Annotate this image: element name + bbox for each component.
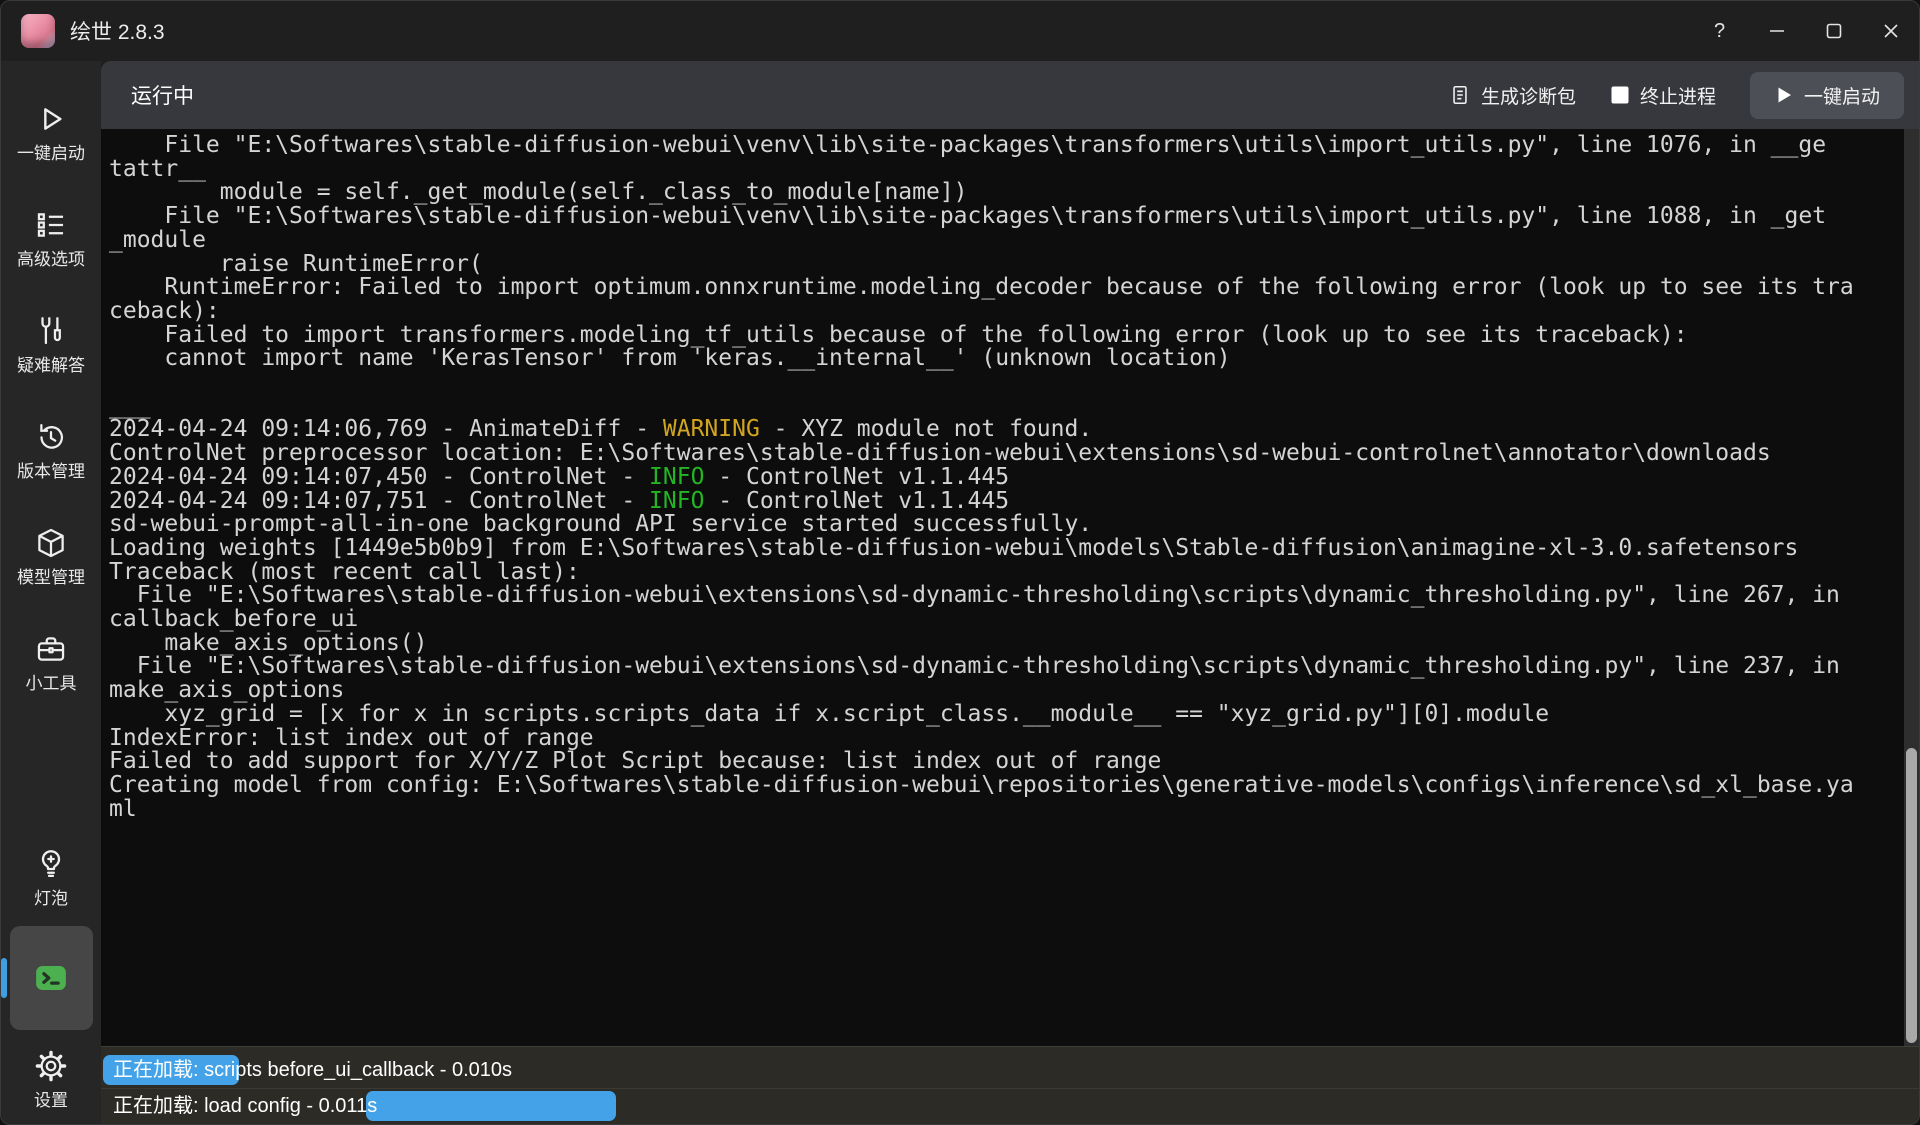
sidebar-item-terminal-active[interactable] [1, 926, 101, 1030]
help-icon: ? [1714, 20, 1725, 43]
console-line: IndexError: list index out of range [109, 727, 1904, 751]
stop-square-icon [1610, 85, 1630, 105]
console-line: Creating model from config: E:\Softwares… [109, 774, 1904, 798]
progress-row-config: 正在加载: load config - 0.011s [101, 1088, 1919, 1123]
one-click-launch-button[interactable]: 一键启动 [1750, 72, 1904, 119]
maximize-icon [1825, 22, 1843, 40]
sidebar-item-model-management[interactable]: 模型管理 [1, 503, 101, 609]
console-line: File "E:\Softwares\stable-diffusion-webu… [109, 584, 1904, 608]
console-line: ml [109, 798, 1904, 822]
sidebar-item-label: 高级选项 [17, 251, 85, 268]
console-line: File "E:\Softwares\stable-diffusion-webu… [109, 655, 1904, 679]
console-line: callback_before_ui [109, 608, 1904, 632]
scrollbar-thumb[interactable] [1906, 748, 1917, 1043]
window-controls: ? [1691, 1, 1919, 61]
console-line: tattr__ [109, 158, 1904, 182]
console-line: 2024-04-24 09:14:07,751 - ControlNet - I… [109, 490, 1904, 514]
console-line: make_axis_options [109, 679, 1904, 703]
sidebar-item-label: 一键启动 [17, 145, 85, 162]
running-status: 运行中 [131, 80, 194, 110]
sidebar-item-small-tools[interactable]: 小工具 [1, 609, 101, 715]
console-scrollbar[interactable] [1904, 129, 1919, 1046]
console-line: 2024-04-24 09:14:06,769 - AnimateDiff - … [109, 418, 1904, 442]
diagnostic-doc-icon [1449, 84, 1471, 106]
console-line: _module [109, 229, 1904, 253]
sidebar: 一键启动 高级选项 疑难解答 版本管理 [1, 61, 101, 1124]
console-line: File "E:\Softwares\stable-diffusion-webu… [109, 134, 1904, 158]
main-header: 运行中 生成诊断包 终止进程 一键启动 [101, 61, 1919, 129]
console-line: Failed to import transformers.modeling_t… [109, 324, 1904, 348]
toolbox-icon [34, 632, 68, 666]
minimize-button[interactable] [1748, 1, 1805, 61]
sidebar-item-label: 模型管理 [17, 569, 85, 586]
button-label: 一键启动 [1804, 82, 1880, 109]
app-logo [21, 14, 55, 48]
play-filled-icon [1774, 85, 1794, 105]
console-line: ControlNet preprocessor location: E:\Sof… [109, 442, 1904, 466]
close-button[interactable] [1862, 1, 1919, 61]
lightbulb-icon [34, 847, 68, 881]
sidebar-item-bulb[interactable]: 灯泡 [1, 832, 101, 922]
tools-icon [34, 314, 68, 348]
sidebar-item-settings[interactable]: 设置 [1, 1034, 101, 1124]
console-line: sd-webui-prompt-all-in-one background AP… [109, 513, 1904, 537]
generate-diagnostic-button[interactable]: 生成诊断包 [1449, 82, 1576, 109]
console-line: make_axis_options() [109, 632, 1904, 656]
console-line: Failed to add support for X/Y/Z Plot Scr… [109, 750, 1904, 774]
sidebar-item-label: 小工具 [26, 675, 77, 692]
console-line: RuntimeError: Failed to import optimum.o… [109, 276, 1904, 300]
gear-icon [34, 1049, 68, 1083]
help-button[interactable]: ? [1691, 1, 1748, 61]
sidebar-item-troubleshooting[interactable]: 疑难解答 [1, 291, 101, 397]
sidebar-item-version-management[interactable]: 版本管理 [1, 397, 101, 503]
sidebar-item-label: 设置 [34, 1092, 68, 1109]
sidebar-item-label: 灯泡 [34, 890, 68, 907]
sidebar-item-label: 版本管理 [17, 463, 85, 480]
console-line: File "E:\Softwares\stable-diffusion-webu… [109, 205, 1904, 229]
progress-row-scripts: 正在加载: scripts before_ui_callback - 0.010… [101, 1053, 1919, 1088]
console-line: ___ [109, 395, 1904, 419]
console-line: 2024-04-24 09:14:07,450 - ControlNet - I… [109, 466, 1904, 490]
maximize-button[interactable] [1805, 1, 1862, 61]
app-title: 绘世 2.8.3 [70, 16, 165, 46]
console-line: raise RuntimeError( [109, 253, 1904, 277]
history-clock-icon [34, 420, 68, 454]
minimize-icon [1768, 22, 1786, 40]
terminate-process-button[interactable]: 终止进程 [1610, 82, 1716, 109]
titlebar: 绘世 2.8.3 ? [1, 1, 1919, 61]
console-line: Loading weights [1449e5b0b9] from E:\Sof… [109, 537, 1904, 561]
console-line: module = self._get_module(self._class_to… [109, 181, 1904, 205]
console-line: Traceback (most recent call last): [109, 561, 1904, 585]
console-line: xyz_grid = [x for x in scripts.scripts_d… [109, 703, 1904, 727]
console-line: ceback): [109, 300, 1904, 324]
console-line: cannot import name 'KerasTensor' from 'k… [109, 347, 1904, 371]
button-label: 终止进程 [1640, 82, 1716, 109]
active-indicator [1, 958, 7, 998]
status-footer: 正在加载: scripts before_ui_callback - 0.010… [101, 1046, 1919, 1124]
progress-label: 正在加载: load config - 0.011s [101, 1089, 1919, 1123]
close-icon [1882, 22, 1900, 40]
options-list-icon [34, 208, 68, 242]
console-line [109, 371, 1904, 395]
sidebar-item-launch[interactable]: 一键启动 [1, 79, 101, 185]
header-actions: 生成诊断包 终止进程 一键启动 [1449, 72, 1904, 119]
progress-label: 正在加载: scripts before_ui_callback - 0.010… [101, 1053, 1919, 1087]
package-box-icon [34, 526, 68, 560]
terminal-icon [32, 961, 70, 995]
play-outline-icon [34, 102, 68, 136]
console-log[interactable]: File "E:\Softwares\stable-diffusion-webu… [101, 129, 1904, 1046]
app-window: 绘世 2.8.3 ? 一键启动 高级选项 [0, 0, 1920, 1125]
button-label: 生成诊断包 [1481, 82, 1576, 109]
sidebar-item-label: 疑难解答 [17, 357, 85, 374]
sidebar-item-advanced-options[interactable]: 高级选项 [1, 185, 101, 291]
